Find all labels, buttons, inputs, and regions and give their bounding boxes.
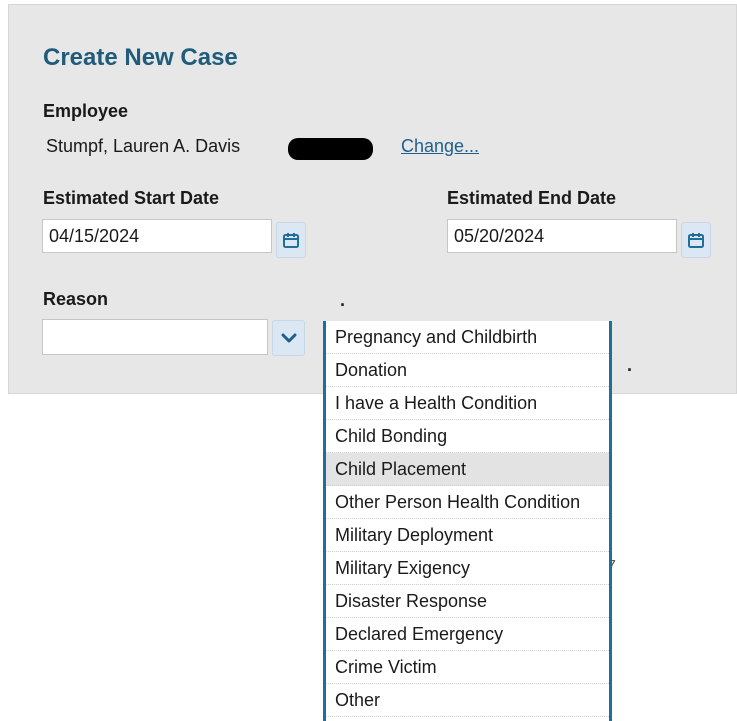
- reason-option-military-deployment[interactable]: Military Deployment: [326, 519, 609, 552]
- reason-option-child-placement[interactable]: Child Placement: [326, 453, 609, 486]
- reason-option-other-person-health[interactable]: Other Person Health Condition: [326, 486, 609, 519]
- end-date-input[interactable]: [447, 219, 677, 253]
- reason-select[interactable]: [42, 319, 268, 355]
- reason-option-other[interactable]: Other: [326, 684, 609, 717]
- reason-options-list: Pregnancy and Childbirth Donation I have…: [323, 321, 612, 721]
- employee-name: Stumpf, Lauren A. Davis: [46, 136, 241, 156]
- redaction-mark: [288, 138, 373, 160]
- start-date-label: Estimated Start Date: [43, 188, 220, 208]
- reason-option-military-exigency[interactable]: Military Exigency: [326, 552, 609, 585]
- stray-dot: .: [340, 290, 346, 310]
- reason-option-child-bonding[interactable]: Child Bonding: [326, 420, 609, 453]
- reason-option-own-health[interactable]: I have a Health Condition: [326, 387, 609, 420]
- reason-option-pregnancy[interactable]: Pregnancy and Childbirth: [326, 321, 609, 354]
- reason-option-disaster-response[interactable]: Disaster Response: [326, 585, 609, 618]
- end-date-label: Estimated End Date: [447, 188, 617, 208]
- reason-option-donation[interactable]: Donation: [326, 354, 609, 387]
- page-title: Create New Case: [43, 44, 238, 71]
- calendar-icon: [283, 233, 299, 248]
- calendar-icon: [688, 233, 704, 248]
- change-employee-link[interactable]: Change...: [401, 136, 479, 157]
- stray-dot: .: [627, 355, 633, 375]
- employee-label: Employee: [43, 101, 129, 121]
- reason-option-declared-emergency[interactable]: Declared Emergency: [326, 618, 609, 651]
- reason-option-crime-victim[interactable]: Crime Victim: [326, 651, 609, 684]
- chevron-down-icon: [281, 333, 296, 343]
- reason-label: Reason: [43, 289, 109, 309]
- start-date-input[interactable]: [42, 219, 272, 253]
- reason-dropdown-button[interactable]: [272, 320, 305, 356]
- end-date-calendar-button[interactable]: [681, 222, 711, 258]
- start-date-calendar-button[interactable]: [276, 222, 306, 258]
